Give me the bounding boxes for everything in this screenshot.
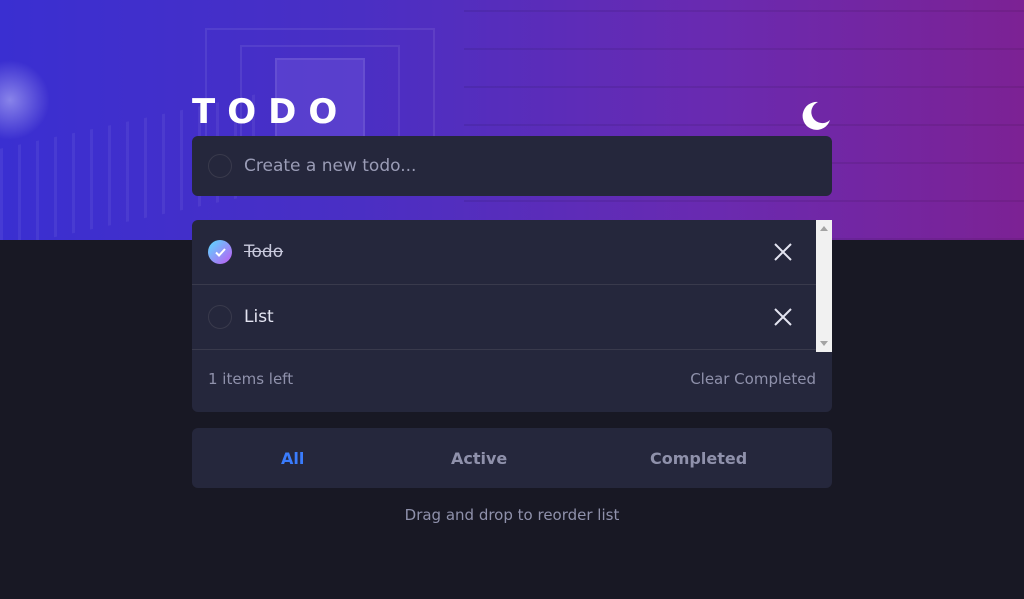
- new-todo-bar: [192, 136, 832, 196]
- todo-item[interactable]: List: [192, 285, 816, 350]
- todo-checkbox[interactable]: [208, 305, 232, 329]
- filter-all-button[interactable]: All: [281, 449, 304, 468]
- items-left-count: 1 items left: [208, 370, 294, 388]
- header-background: [0, 0, 1024, 240]
- filter-bar: All Active Completed: [192, 428, 832, 488]
- check-icon: [214, 247, 226, 257]
- app-title: TODO: [192, 92, 350, 132]
- new-todo-input[interactable]: [244, 156, 804, 176]
- reorder-hint: Drag and drop to reorder list: [404, 506, 620, 524]
- scroll-down-arrow-icon[interactable]: [820, 341, 828, 346]
- clear-completed-button[interactable]: Clear Completed: [690, 370, 816, 388]
- todo-text: Todo: [244, 242, 284, 262]
- filter-completed-button[interactable]: Completed: [650, 449, 747, 468]
- scroll-up-arrow-icon[interactable]: [820, 226, 828, 231]
- list-footer: 1 items left Clear Completed: [208, 370, 816, 388]
- close-icon[interactable]: [774, 308, 792, 326]
- new-todo-circle-icon: [208, 154, 232, 178]
- todo-item[interactable]: Todo: [192, 220, 816, 285]
- list-scrollbar[interactable]: [816, 220, 832, 352]
- theme-toggle-button[interactable]: [800, 100, 832, 132]
- todo-list-card: Todo List 1 items left Clear Completed: [192, 220, 832, 412]
- todo-checkbox-checked[interactable]: [208, 240, 232, 264]
- moon-icon: [802, 101, 830, 130]
- todo-text: List: [244, 307, 274, 327]
- filter-active-button[interactable]: Active: [451, 449, 507, 468]
- close-icon[interactable]: [774, 243, 792, 261]
- todo-list: Todo List: [192, 220, 816, 352]
